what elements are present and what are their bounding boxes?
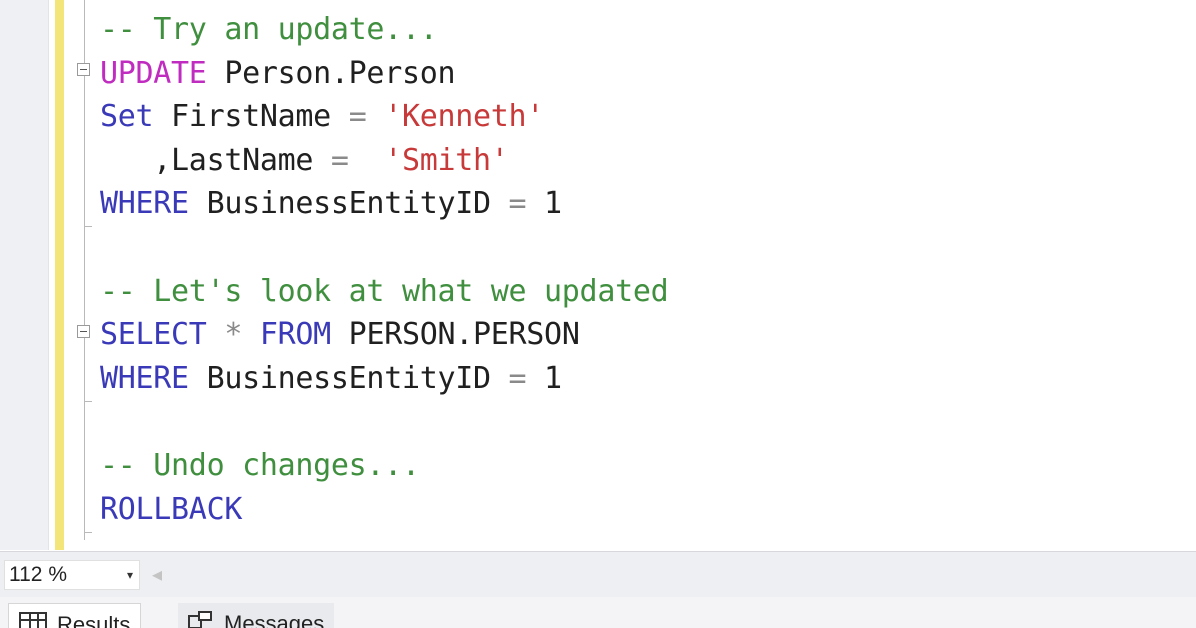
code-token: FROM (259, 317, 331, 353)
results-tab-strip: Results Messages (0, 597, 1196, 628)
code-token: WHERE (100, 186, 189, 222)
code-line: WHERE BusinessEntityID = 1 (100, 182, 1196, 226)
editor-status-bar: 112 % ▾ ◂ (0, 551, 1196, 597)
code-token: -- Undo changes... (100, 447, 420, 483)
tab-results-label: Results (57, 612, 131, 628)
collapse-icon[interactable] (77, 63, 90, 76)
code-token: BusinessEntityID (188, 186, 509, 222)
code-token: BusinessEntityID (188, 360, 509, 396)
code-token: PERSON.PERSON (330, 317, 580, 353)
code-editor[interactable]: -- Try an update... UPDATE Person.Person S… (100, 8, 1196, 531)
code-token: = (508, 360, 527, 396)
code-line: WHERE BusinessEntityID = 1 (100, 357, 1196, 401)
code-line: -- Let's look at what we updated (100, 270, 1196, 314)
code-line: Set FirstName = 'Kenneth' (100, 95, 1196, 139)
code-token: = (330, 142, 349, 178)
code-token: Person.Person (206, 55, 456, 91)
tab-results[interactable]: Results (8, 603, 142, 628)
sql-query-window: -- Try an update... UPDATE Person.Person S… (0, 0, 1196, 628)
tab-messages[interactable]: Messages (178, 603, 335, 628)
grid-icon (19, 612, 47, 628)
code-line: ,LastName = 'Smith' (100, 139, 1196, 183)
code-token: SELECT (100, 317, 207, 353)
code-token: ,LastName (100, 142, 331, 178)
code-token: = (348, 99, 367, 135)
messages-icon (188, 611, 214, 628)
code-token: 'Kenneth' (384, 99, 545, 135)
code-token: FirstName (153, 99, 349, 135)
code-line: SELECT * FROM PERSON.PERSON (100, 313, 1196, 357)
code-token: 1 (526, 360, 562, 396)
collapse-icon[interactable] (77, 325, 90, 338)
code-token: ROLLBACK (100, 491, 243, 527)
code-token: WHERE (100, 360, 189, 396)
zoom-value: 112 % (9, 563, 67, 586)
tab-messages-label: Messages (224, 611, 325, 628)
outline-end-tick (84, 401, 92, 402)
code-line: ROLLBACK (100, 488, 1196, 532)
code-token: 'Smith' (384, 142, 509, 178)
code-token: -- Try an update... (100, 12, 438, 47)
code-token: * (224, 317, 243, 353)
code-token: Set (100, 99, 154, 135)
chevron-down-icon: ▾ (126, 568, 133, 582)
change-tracking-bar (55, 0, 64, 550)
line-number-gutter (0, 0, 49, 550)
code-token: -- Let's look at what we updated (100, 273, 669, 309)
scroll-left-icon[interactable]: ◂ (152, 562, 162, 587)
code-token: UPDATE (100, 55, 207, 91)
outline-end-tick (84, 226, 92, 227)
outline-guide-line (84, 0, 85, 540)
outline-end-tick (84, 532, 92, 533)
code-line: -- Try an update... (100, 8, 1196, 52)
zoom-dropdown[interactable]: 112 % ▾ (4, 560, 140, 590)
code-line: -- Undo changes... (100, 444, 1196, 488)
code-token: 1 (526, 186, 562, 222)
code-token: = (508, 186, 527, 222)
code-line: UPDATE Person.Person (100, 52, 1196, 96)
